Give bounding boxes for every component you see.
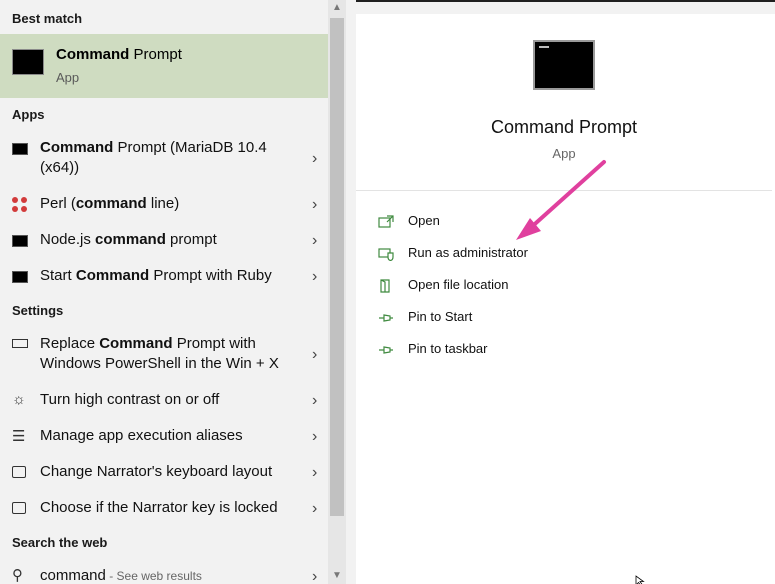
settings-header: Settings (12, 303, 64, 318)
setting-item-app-execution-aliases[interactable]: ☰ Manage app execution aliases › (0, 426, 328, 450)
narrator-icon (12, 466, 26, 478)
setting-item-label: Manage app execution aliases (40, 427, 243, 444)
command-prompt-icon (12, 271, 28, 283)
narrator-icon (12, 502, 26, 514)
start-menu-search: Best match Command Prompt App Apps Comma… (0, 0, 775, 584)
setting-item-label: Choose if the Narrator key is locked (40, 499, 278, 516)
action-label: Open file location (408, 277, 509, 292)
chevron-right-icon[interactable]: › (312, 151, 322, 167)
search-web-header: Search the web (12, 535, 108, 550)
pin-icon (379, 314, 393, 322)
app-item-mariadb-command-prompt[interactable]: Command Prompt (MariaDB 10.4 (x64)) › (0, 138, 328, 182)
action-open[interactable]: Open (378, 210, 678, 234)
shield-icon (378, 248, 394, 261)
best-match-subtitle: App (56, 70, 80, 85)
search-icon: ⚲ (12, 567, 23, 584)
scrollbar-thumb[interactable] (330, 18, 344, 516)
best-match-item[interactable]: Command Prompt App (0, 34, 328, 98)
open-icon (378, 215, 394, 228)
apps-header: Apps (12, 107, 45, 122)
chevron-right-icon[interactable]: › (312, 569, 322, 584)
action-open-file-location[interactable]: Open file location (378, 274, 678, 298)
best-match-title: Command Prompt (56, 46, 182, 63)
panel-divider (346, 0, 356, 584)
monitor-icon (12, 339, 28, 348)
chevron-right-icon[interactable]: › (312, 269, 322, 285)
setting-item-replace-command-prompt[interactable]: Replace Command Prompt with Windows Power… (0, 334, 328, 378)
details-subtitle: App (552, 146, 576, 161)
app-item-nodejs-command-prompt[interactable]: Node.js command prompt › (0, 230, 328, 254)
command-prompt-icon (12, 143, 28, 155)
app-item-label: Start Command Prompt with Ruby (40, 267, 272, 284)
setting-item-narrator-keyboard-layout[interactable]: Change Narrator's keyboard layout › (0, 462, 328, 486)
results-list: Best match Command Prompt App Apps Comma… (0, 0, 346, 584)
setting-item-label: Turn high contrast on or off (40, 391, 220, 408)
app-item-perl[interactable]: Perl (command line) › (0, 194, 328, 218)
web-result-item[interactable]: ⚲ command - See web results › (0, 566, 328, 584)
setting-item-narrator-key-locked[interactable]: Choose if the Narrator key is locked › (0, 498, 328, 522)
pin-icon (379, 346, 393, 354)
action-label: Pin to Start (408, 309, 473, 324)
app-item-label: Node.js command prompt (40, 231, 217, 248)
command-prompt-icon (12, 235, 28, 247)
chevron-right-icon[interactable]: › (312, 197, 322, 213)
chevron-right-icon[interactable]: › (312, 501, 322, 517)
list-icon: ☰ (12, 428, 26, 445)
action-label: Pin to taskbar (408, 341, 488, 356)
details-panel: Command Prompt App Open Run as administr… (356, 14, 775, 584)
app-item-label: Perl (command line) (40, 195, 180, 212)
action-run-as-administrator[interactable]: Run as administrator (378, 242, 678, 266)
results-scrollbar[interactable]: ▲ ▼ (328, 0, 346, 584)
perl-icon (12, 197, 28, 213)
setting-item-high-contrast[interactable]: ☼ Turn high contrast on or off › (0, 390, 328, 414)
chevron-right-icon[interactable]: › (312, 465, 322, 481)
mouse-cursor-icon (635, 575, 645, 584)
web-result-label: command - See web results (40, 567, 202, 584)
app-item-ruby-command-prompt[interactable]: Start Command Prompt with Ruby › (0, 266, 328, 290)
chevron-right-icon[interactable]: › (312, 347, 322, 363)
action-label: Open (408, 213, 440, 228)
action-pin-to-start[interactable]: Pin to Start (378, 306, 678, 330)
chevron-right-icon[interactable]: › (312, 393, 322, 409)
command-prompt-icon (533, 40, 595, 90)
setting-item-label: Replace Command Prompt with Windows Power… (40, 335, 279, 372)
command-prompt-icon (12, 49, 44, 75)
details-title: Command Prompt (490, 117, 638, 137)
chevron-right-icon[interactable]: › (312, 429, 322, 445)
folder-icon (380, 279, 390, 293)
app-item-label: Command Prompt (MariaDB 10.4 (x64)) (40, 139, 267, 176)
brightness-icon: ☼ (12, 391, 26, 408)
best-match-header: Best match (12, 11, 83, 26)
scroll-down-icon[interactable]: ▼ (332, 570, 342, 581)
setting-item-label: Change Narrator's keyboard layout (40, 463, 273, 480)
scroll-up-icon[interactable]: ▲ (332, 2, 342, 13)
chevron-right-icon[interactable]: › (312, 233, 322, 249)
action-label: Run as administrator (408, 245, 528, 260)
divider (356, 190, 772, 191)
action-pin-to-taskbar[interactable]: Pin to taskbar (378, 338, 678, 362)
